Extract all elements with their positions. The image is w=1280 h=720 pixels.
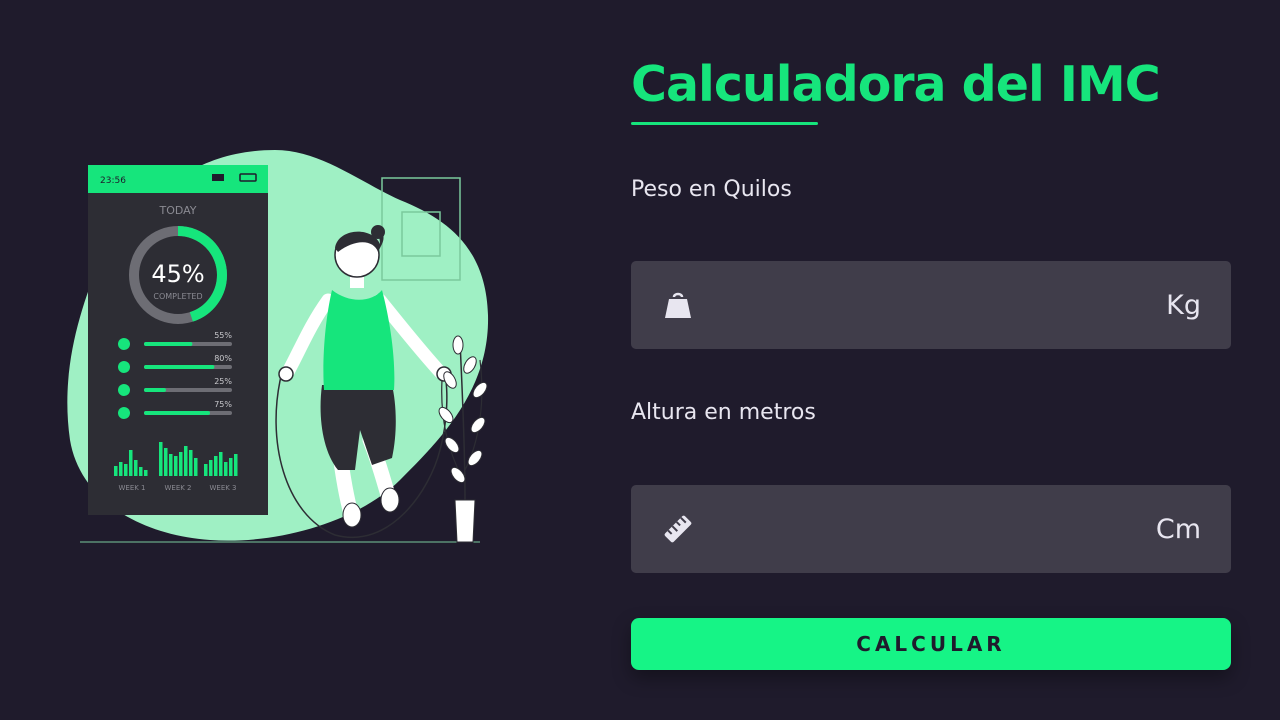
stat-label: 25% bbox=[214, 377, 232, 386]
dumbbell-icon bbox=[118, 338, 130, 350]
stat-fill bbox=[144, 388, 166, 392]
height-label: Altura en metros bbox=[631, 400, 816, 425]
ruler-icon bbox=[661, 512, 695, 546]
stat-fill bbox=[144, 365, 215, 369]
progress-caption: COMPLETED bbox=[153, 292, 202, 301]
weekly-bar bbox=[224, 462, 228, 476]
stat-fill bbox=[144, 411, 210, 415]
weekly-bar bbox=[189, 450, 193, 476]
bmi-form: Calculadora del IMC Peso en Quilos Kg Al… bbox=[631, 52, 1231, 670]
phone-mockup: 23:56 TODAY 45% COMPLETED 55% 80% 25% 75% W… bbox=[88, 165, 268, 515]
calculate-button[interactable]: CALCULAR bbox=[631, 618, 1231, 670]
weekly-bar bbox=[144, 470, 148, 476]
weekly-bar bbox=[229, 458, 233, 476]
weekly-bar bbox=[159, 442, 163, 476]
weight-unit: Kg bbox=[1166, 289, 1201, 321]
running-icon bbox=[118, 407, 130, 419]
weekly-bar bbox=[209, 460, 213, 476]
progress-percent: 45% bbox=[151, 260, 204, 288]
stat-label: 55% bbox=[214, 331, 232, 340]
week-label: WEEK 3 bbox=[209, 484, 236, 492]
height-unit: Cm bbox=[1155, 513, 1201, 545]
weekly-bar bbox=[174, 456, 178, 476]
page-title: Calculadora del IMC bbox=[631, 56, 1161, 113]
phone-time: 23:56 bbox=[100, 176, 126, 186]
apple-icon bbox=[118, 384, 130, 396]
heart-rate-icon bbox=[118, 361, 130, 373]
stat-label: 75% bbox=[214, 400, 232, 409]
weekly-bar bbox=[194, 458, 198, 476]
weekly-bar bbox=[129, 450, 133, 476]
weekly-bar bbox=[214, 456, 218, 476]
stat-fill bbox=[144, 342, 193, 346]
weekly-bar bbox=[179, 452, 183, 476]
fitness-illustration: 23:56 TODAY 45% COMPLETED 55% 80% 25% 75% W… bbox=[67, 150, 489, 543]
weekly-bar bbox=[219, 452, 223, 476]
weight-label: Peso en Quilos bbox=[631, 177, 792, 202]
weekly-bar bbox=[119, 462, 123, 476]
weekly-bar bbox=[169, 454, 173, 476]
height-input-group[interactable]: Cm bbox=[631, 485, 1231, 573]
weekly-bar bbox=[204, 464, 208, 476]
weekly-bar bbox=[164, 448, 168, 476]
weight-icon bbox=[661, 288, 695, 322]
height-field[interactable] bbox=[695, 485, 1156, 573]
title-underline bbox=[631, 122, 818, 125]
weight-field[interactable] bbox=[695, 261, 1167, 349]
weekly-bar bbox=[124, 464, 128, 476]
phone-heading: TODAY bbox=[158, 204, 196, 217]
weekly-bar bbox=[234, 454, 238, 476]
weekly-bar bbox=[184, 446, 188, 476]
week-label: WEEK 2 bbox=[164, 484, 191, 492]
stat-label: 80% bbox=[214, 354, 232, 363]
weekly-bar bbox=[134, 460, 138, 476]
weight-input-group[interactable]: Kg bbox=[631, 261, 1231, 349]
weekly-bar bbox=[139, 467, 143, 476]
weekly-bar bbox=[114, 466, 118, 476]
week-label: WEEK 1 bbox=[118, 484, 145, 492]
